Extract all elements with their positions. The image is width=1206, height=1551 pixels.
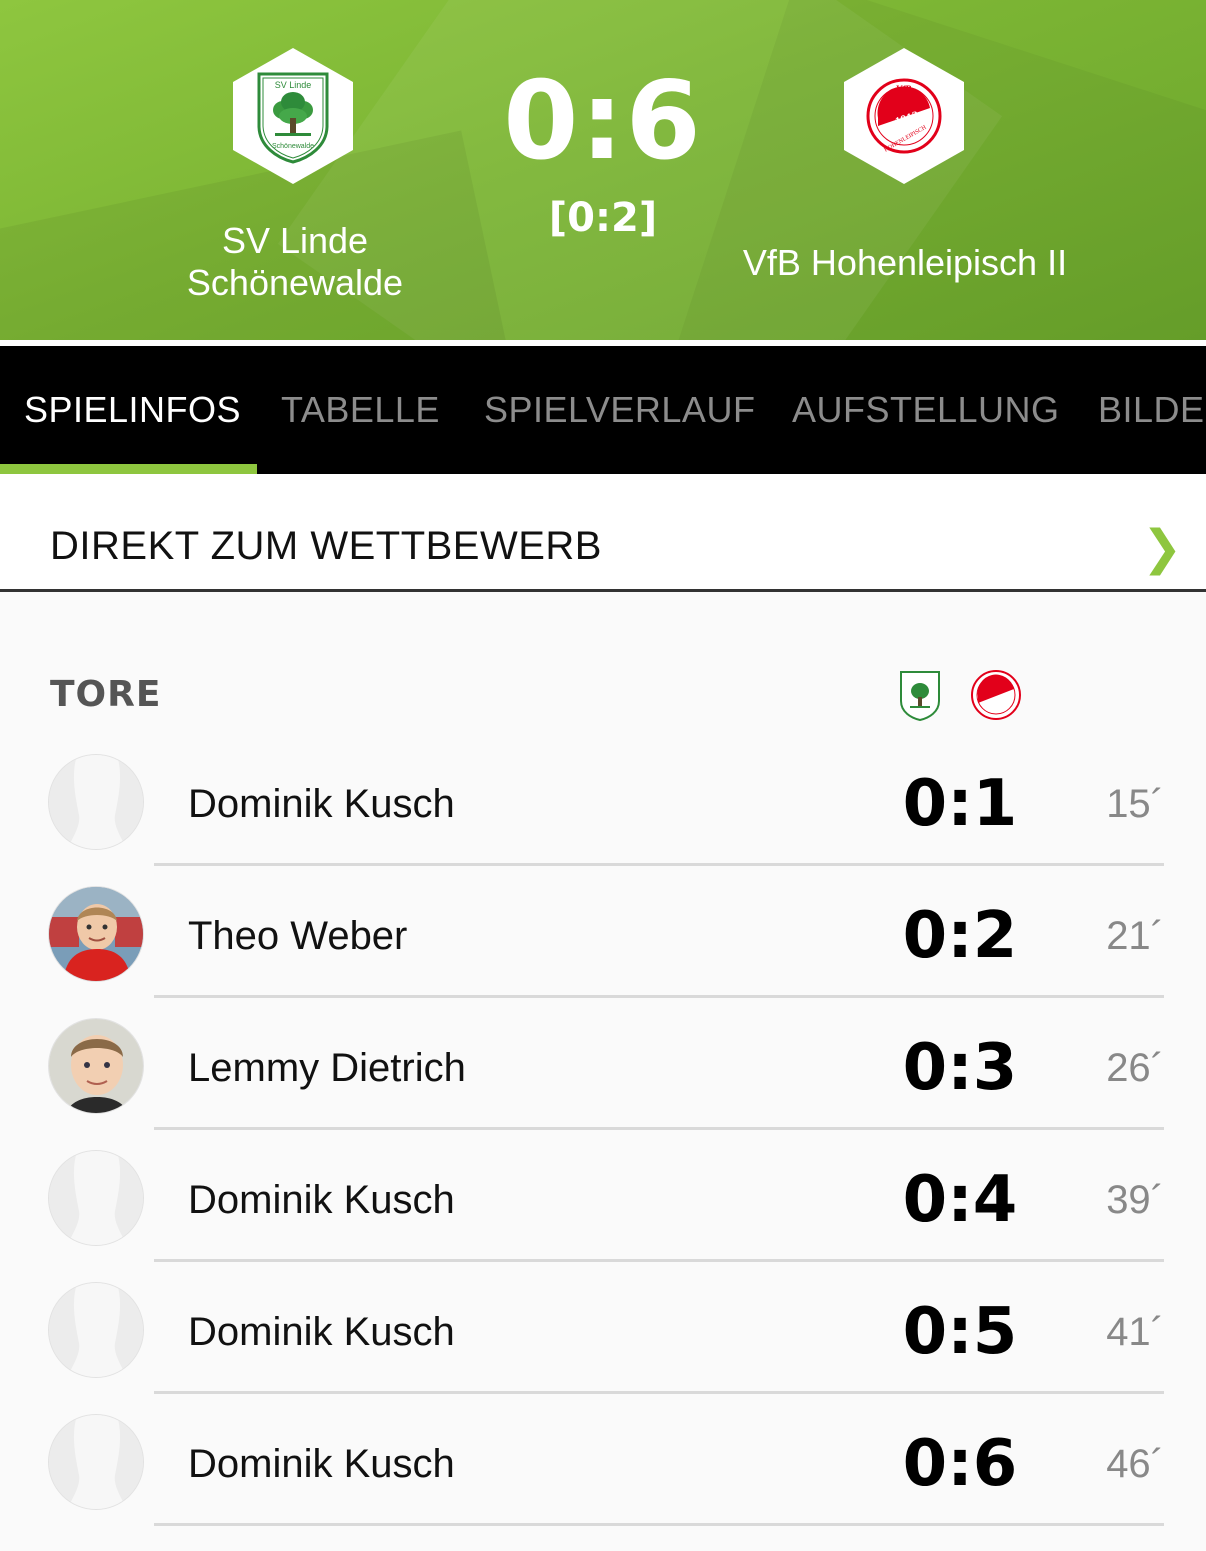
- tab-spielinfos[interactable]: SPIELINFOS: [24, 346, 241, 474]
- tab-bar: SPIELINFOS TABELLE SPIELVERLAUF AUFSTELL…: [0, 346, 1206, 474]
- avatar-placeholder-icon: [49, 1283, 143, 1377]
- scorer-name: Theo Weber: [188, 914, 408, 958]
- player-avatar: [48, 886, 144, 982]
- scorer-name: Dominik Kusch: [188, 782, 455, 826]
- goal-row[interactable]: Lemmy Dietrich 0:3 26´: [0, 998, 1206, 1130]
- goal-score: 0:5: [902, 1295, 1018, 1369]
- tab-bilder[interactable]: BILDER: [1098, 346, 1206, 474]
- home-logo-subtext: Schönewalde: [272, 143, 314, 150]
- competition-link-label: DIREKT ZUM WETTBEWERB: [50, 524, 602, 568]
- goal-row[interactable]: Theo Weber 0:2 21´: [0, 866, 1206, 998]
- away-team-mini-logo: [970, 668, 1022, 722]
- home-team-name[interactable]: SV Linde Schönewalde: [140, 220, 450, 304]
- goal-minute: 21´: [1106, 914, 1164, 958]
- goal-minute: 26´: [1106, 1046, 1164, 1090]
- goal-minute: 15´: [1106, 782, 1164, 826]
- scorer-name: Lemmy Dietrich: [188, 1046, 466, 1090]
- scorer-name: Dominik Kusch: [188, 1442, 455, 1486]
- goal-score: 0:6: [902, 1427, 1018, 1501]
- goal-minute: 39´: [1106, 1178, 1164, 1222]
- halftime-score: [0:2]: [548, 195, 658, 241]
- home-team-name-line1: SV Linde: [221, 220, 369, 261]
- player-avatar: [48, 1150, 144, 1246]
- avatar-placeholder-icon: [49, 1151, 143, 1245]
- competition-link[interactable]: DIREKT ZUM WETTBEWERB ❯: [0, 474, 1206, 592]
- home-team-name-line2: Schönewalde: [186, 262, 404, 303]
- vfb-hohenleipisch-crest-icon: VfB 1912 HOHENLEIPISCH: [866, 78, 942, 154]
- goals-section-title: TORE: [50, 674, 162, 715]
- scorer-name: Dominik Kusch: [188, 1310, 455, 1354]
- avatar-placeholder-icon: [49, 1415, 143, 1509]
- goal-row[interactable]: Dominik Kusch 0:5 41´: [0, 1262, 1206, 1394]
- avatar-placeholder-icon: [49, 755, 143, 849]
- sv-linde-crest-icon: SV Linde Schönewalde: [257, 72, 329, 164]
- tab-aufstellung[interactable]: AUFSTELLUNG: [792, 346, 1060, 474]
- goal-score: 0:3: [902, 1031, 1018, 1105]
- tab-spielverlauf[interactable]: SPIELVERLAUF: [484, 346, 755, 474]
- sv-linde-crest-icon: [900, 671, 940, 721]
- home-logo-text: SV Linde: [275, 80, 312, 90]
- goal-minute: 41´: [1106, 1310, 1164, 1354]
- scorer-name: Dominik Kusch: [188, 1178, 455, 1222]
- vfb-hohenleipisch-crest-icon: [971, 670, 1021, 720]
- chevron-right-icon: ❯: [1142, 520, 1183, 576]
- player-photo-icon: [49, 1019, 143, 1113]
- tab-tabelle[interactable]: TABELLE: [281, 346, 440, 474]
- player-avatar: [48, 754, 144, 850]
- active-tab-indicator: [0, 464, 257, 474]
- player-avatar: [48, 1018, 144, 1114]
- match-header: SV Linde Schönewalde 0:6 [0:2] VfB 1912 …: [0, 0, 1206, 340]
- goal-score: 0:4: [902, 1163, 1018, 1237]
- goal-minute: 46´: [1106, 1442, 1164, 1486]
- goal-score: 0:2: [902, 899, 1018, 973]
- home-team-mini-logo: [894, 668, 946, 722]
- goal-row[interactable]: Dominik Kusch 0:6 46´: [0, 1394, 1206, 1526]
- player-avatar: [48, 1414, 144, 1510]
- player-photo-icon: [49, 887, 143, 981]
- away-team-name[interactable]: VfB Hohenleipisch II: [700, 242, 1110, 284]
- player-avatar: [48, 1282, 144, 1378]
- goal-row[interactable]: Dominik Kusch 0:4 39´: [0, 1130, 1206, 1262]
- goal-row[interactable]: Dominik Kusch 0:1 15´: [0, 734, 1206, 866]
- away-logo-text: VfB: [896, 84, 912, 94]
- final-score: 0:6: [503, 59, 703, 184]
- goal-score: 0:1: [902, 767, 1018, 841]
- row-divider: [154, 1523, 1164, 1526]
